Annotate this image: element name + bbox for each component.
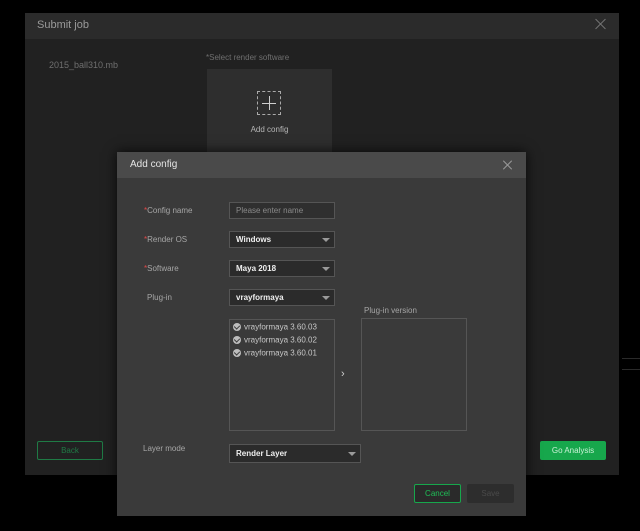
layer-mode-value: Render Layer xyxy=(236,449,288,458)
render-os-label: *Render OS xyxy=(144,235,187,244)
chevron-down-icon xyxy=(322,267,330,271)
check-circle-icon xyxy=(233,335,241,344)
check-circle-icon xyxy=(233,322,241,331)
cancel-button[interactable]: Cancel xyxy=(414,484,461,503)
layer-mode-label: Layer mode xyxy=(143,444,186,453)
add-config-tile-label: Add config xyxy=(250,125,289,134)
plus-icon xyxy=(257,91,281,115)
go-analysis-button[interactable]: Go Analysis xyxy=(540,441,606,460)
software-value: Maya 2018 xyxy=(236,264,277,273)
plugin-item-label: vrayformaya 3.60.02 xyxy=(244,335,317,345)
back-button[interactable]: Back xyxy=(37,441,103,460)
background-divider xyxy=(622,358,640,370)
submit-job-title: Submit job xyxy=(37,19,89,31)
plugin-item-label: vrayformaya 3.60.01 xyxy=(244,348,317,358)
software-select[interactable]: Maya 2018 xyxy=(229,260,335,277)
render-os-label-text: Render OS xyxy=(147,235,188,244)
plugin-select[interactable]: vrayformaya xyxy=(229,289,335,306)
save-button[interactable]: Save xyxy=(467,484,514,503)
software-label: *Software xyxy=(144,264,179,273)
config-name-input[interactable] xyxy=(229,202,335,219)
close-icon[interactable] xyxy=(503,160,513,170)
check-circle-icon xyxy=(233,348,241,357)
plugin-item-label: vrayformaya 3.60.03 xyxy=(244,322,317,332)
add-config-title: Add config xyxy=(130,159,178,170)
render-os-value: Windows xyxy=(236,235,272,244)
plugin-list-item[interactable]: vrayformaya 3.60.03 xyxy=(233,322,317,334)
submit-job-header: Submit job xyxy=(25,13,619,39)
software-label-text: Software xyxy=(147,264,179,273)
config-name-label-text: Config name xyxy=(147,206,193,215)
plugin-version-list xyxy=(361,318,467,431)
plugin-value: vrayformaya xyxy=(236,293,284,302)
screen: Submit job 2015_ball310.mb *Select rende… xyxy=(0,0,640,531)
add-config-header: Add config xyxy=(117,152,526,178)
file-name[interactable]: 2015_ball310.mb xyxy=(49,60,118,70)
chevron-down-icon xyxy=(322,238,330,242)
config-name-label: *Config name xyxy=(144,206,192,215)
chevron-right-icon[interactable]: › xyxy=(341,369,349,380)
plugin-list-item[interactable]: vrayformaya 3.60.01 xyxy=(233,348,317,360)
chevron-down-icon xyxy=(348,452,356,456)
add-config-dialog: Add config *Config name *Render OS Windo… xyxy=(117,152,526,516)
plugin-version-label: Plug-in version xyxy=(364,306,417,315)
plugin-list-item[interactable]: vrayformaya 3.60.02 xyxy=(233,335,317,347)
layer-mode-select[interactable]: Render Layer xyxy=(229,444,361,463)
plugin-label: Plug-in xyxy=(147,293,172,302)
chevron-down-icon xyxy=(322,296,330,300)
select-render-software-label: *Select render software xyxy=(206,53,290,62)
plugin-list: vrayformaya 3.60.03 vrayformaya 3.60.02 … xyxy=(229,319,335,431)
submit-job-close-icon[interactable] xyxy=(595,18,607,30)
add-config-tile[interactable]: Add config xyxy=(207,69,332,156)
render-os-select[interactable]: Windows xyxy=(229,231,335,248)
